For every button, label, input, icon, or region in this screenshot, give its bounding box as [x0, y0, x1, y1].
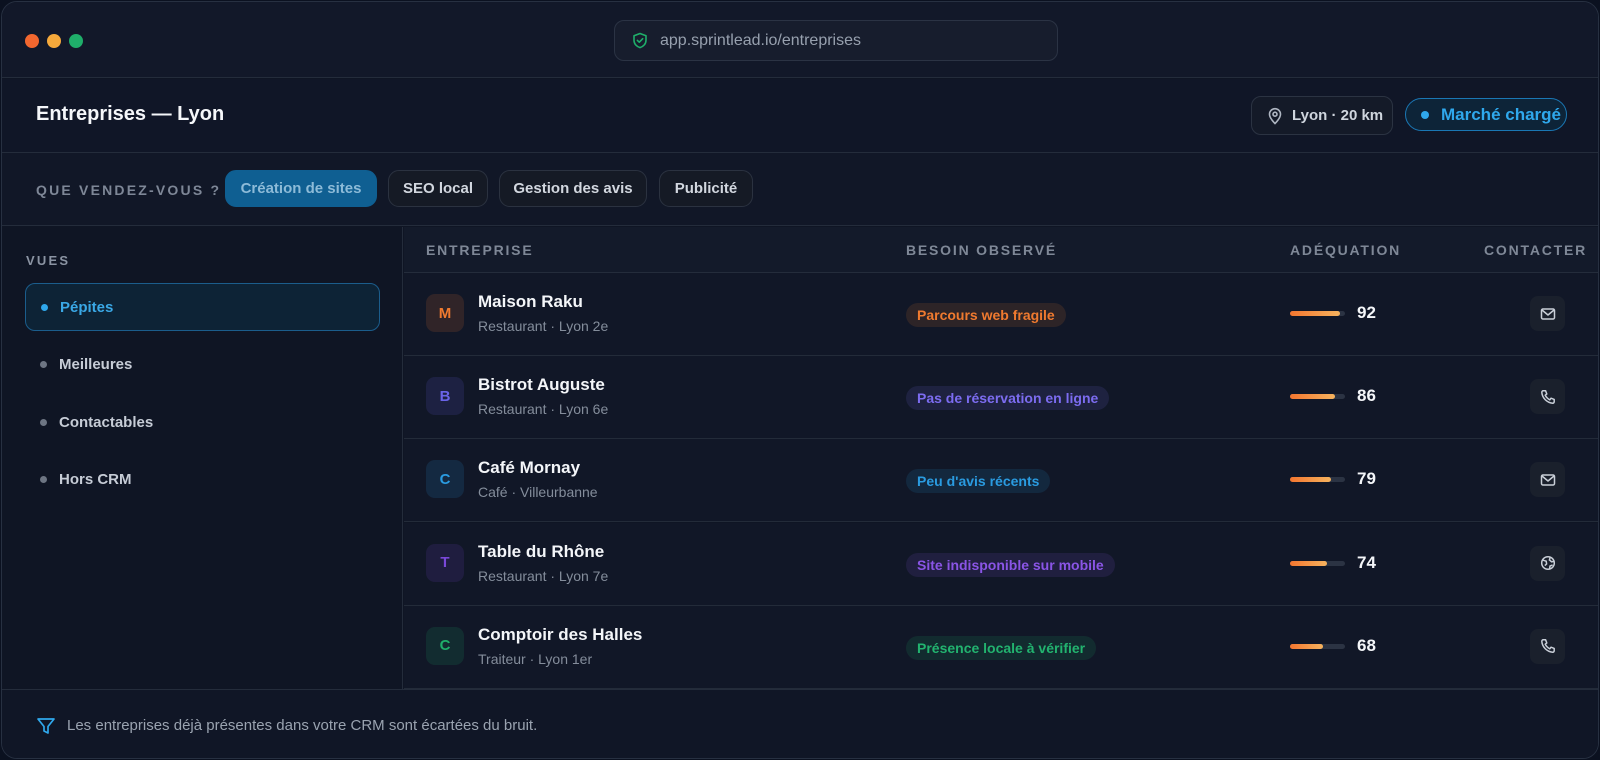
- views-sidebar: VUES Pépites Meilleures Contactables Hor…: [2, 227, 403, 689]
- address-bar[interactable]: app.sprintlead.io/entreprises: [614, 20, 1058, 61]
- filter-label: QUE VENDEZ-VOUS ?: [36, 182, 222, 198]
- map-pin-icon: [1268, 107, 1282, 125]
- phone-icon: [1540, 638, 1556, 654]
- fit-score: 92: [1357, 303, 1376, 322]
- table-row[interactable]: M Maison Raku Restaurant · Lyon 2e Parcours…: [404, 273, 1598, 356]
- footer-note-bar: Les entreprises déjà présentes dans votr…: [2, 689, 1598, 758]
- fit-score-bar: [1290, 311, 1345, 316]
- globe-icon: [1540, 555, 1556, 571]
- sidebar-heading: VUES: [26, 253, 71, 268]
- offer-filter-bar: QUE VENDEZ-VOUS ? Création de sites SEO …: [2, 153, 1598, 226]
- bullet-icon: [40, 418, 47, 426]
- phone-icon: [1540, 389, 1556, 405]
- company-name[interactable]: Comptoir des Halles: [478, 625, 642, 645]
- filter-pill-creation-de-sites[interactable]: Création de sites: [225, 170, 377, 207]
- fit-score-fill: [1290, 643, 1323, 649]
- table-header: ENTREPRISE BESOIN OBSERVÉ ADÉQUATION CON…: [404, 227, 1598, 273]
- fit-score-fill: [1290, 394, 1336, 400]
- sidebar-item-contactables[interactable]: Contactables: [25, 398, 380, 446]
- table-row[interactable]: B Bistrot Auguste Restaurant · Lyon 6e Pas …: [404, 356, 1598, 440]
- fit-score-bar: [1290, 394, 1345, 400]
- browser-titlebar: app.sprintlead.io/entreprises: [2, 2, 1598, 78]
- fit-score: 86: [1357, 386, 1376, 406]
- column-header-contacter: CONTACTER: [1484, 242, 1588, 258]
- need-badge: Pas de réservation en ligne: [906, 386, 1110, 411]
- need-badge: Présence locale à vérifier: [906, 635, 1097, 660]
- close-window-button[interactable]: [25, 34, 39, 48]
- need-badge: Peu d'avis récents: [906, 469, 1051, 494]
- sidebar-item-label: Contactables: [59, 413, 154, 431]
- table-row[interactable]: C Café Mornay Café · Villeurbanne Peu d'avi…: [404, 439, 1598, 523]
- column-header-besoin[interactable]: BESOIN OBSERVÉ: [906, 242, 1057, 258]
- filter-icon: [37, 718, 55, 734]
- market-status-badge[interactable]: Marché chargé: [1405, 98, 1567, 131]
- location-filter-chip[interactable]: Lyon · 20 km: [1251, 96, 1393, 135]
- mail-icon: [1540, 473, 1556, 487]
- company-subtitle: Restaurant · Lyon 7e: [478, 567, 609, 584]
- company-name[interactable]: Café Mornay: [478, 458, 580, 478]
- contact-button[interactable]: [1530, 296, 1565, 331]
- company-avatar: C: [426, 460, 464, 499]
- mail-icon: [1540, 307, 1556, 321]
- company-subtitle: Traiteur · Lyon 1er: [478, 650, 593, 667]
- need-badge: Parcours web fragile: [906, 303, 1066, 327]
- sidebar-item-label: Pépites: [60, 298, 114, 316]
- status-dot: [1421, 110, 1429, 119]
- maximize-window-button[interactable]: [69, 34, 83, 48]
- page-title: Entreprises — Lyon: [36, 103, 225, 125]
- table-row[interactable]: T Table du Rhône Restaurant · Lyon 7e Site …: [404, 522, 1598, 606]
- company-avatar: M: [426, 294, 464, 332]
- fit-score: 79: [1357, 469, 1376, 489]
- column-header-entreprise[interactable]: ENTREPRISE: [426, 242, 533, 258]
- company-avatar: B: [426, 377, 464, 416]
- location-label: Lyon · 20 km: [1292, 107, 1384, 124]
- fit-score-fill: [1290, 560, 1328, 566]
- url-text: app.sprintlead.io/entreprises: [660, 31, 862, 49]
- contact-button[interactable]: [1530, 462, 1565, 498]
- fit-score-fill: [1290, 477, 1331, 483]
- sidebar-item-label: Meilleures: [59, 355, 133, 373]
- bullet-icon: [40, 360, 47, 368]
- market-status-label: Marché chargé: [1441, 104, 1561, 124]
- company-avatar: T: [426, 543, 464, 582]
- fit-score-bar: [1290, 477, 1345, 483]
- contact-button[interactable]: [1530, 628, 1565, 664]
- company-subtitle: Restaurant · Lyon 2e: [478, 318, 609, 334]
- company-subtitle: Café · Villeurbanne: [478, 484, 598, 501]
- fit-score: 68: [1357, 635, 1376, 655]
- fit-score: 74: [1357, 552, 1376, 572]
- company-name[interactable]: Maison Raku: [478, 292, 583, 312]
- contact-button[interactable]: [1530, 545, 1565, 581]
- bullet-icon: [40, 475, 47, 483]
- minimize-window-button[interactable]: [47, 34, 61, 48]
- company-name[interactable]: Table du Rhône: [478, 542, 604, 562]
- company-avatar: C: [426, 626, 464, 665]
- page-header: Entreprises — Lyon Lyon · 20 km Marché c…: [2, 79, 1598, 153]
- company-subtitle: Restaurant · Lyon 6e: [478, 401, 609, 418]
- fit-score-bar: [1290, 560, 1345, 566]
- sidebar-item-label: Hors CRM: [59, 470, 132, 488]
- sidebar-item-meilleures[interactable]: Meilleures: [25, 340, 380, 388]
- footer-note: Les entreprises déjà présentes dans votr…: [67, 717, 538, 734]
- company-name[interactable]: Bistrot Auguste: [478, 375, 605, 395]
- bullet-icon: [41, 303, 48, 311]
- companies-table: ENTREPRISE BESOIN OBSERVÉ ADÉQUATION CON…: [404, 227, 1598, 689]
- filter-pill-seo-local[interactable]: SEO local: [388, 170, 488, 207]
- app-window: app.sprintlead.io/entreprises Entreprise…: [1, 1, 1599, 759]
- sidebar-item-pepites[interactable]: Pépites: [25, 283, 380, 331]
- filter-pill-publicite[interactable]: Publicité: [659, 170, 753, 207]
- contact-button[interactable]: [1530, 379, 1565, 415]
- sidebar-item-hors-crm[interactable]: Hors CRM: [25, 455, 380, 503]
- shield-icon: [632, 32, 650, 50]
- fit-score-bar: [1290, 643, 1345, 649]
- need-badge: Site indisponible sur mobile: [906, 552, 1115, 577]
- table-row[interactable]: C Comptoir des Halles Traiteur · Lyon 1er P…: [404, 605, 1598, 689]
- fit-score-fill: [1290, 311, 1340, 316]
- filter-pill-gestion-des-avis[interactable]: Gestion des avis: [499, 170, 647, 207]
- column-header-adequation[interactable]: ADÉQUATION: [1290, 242, 1401, 258]
